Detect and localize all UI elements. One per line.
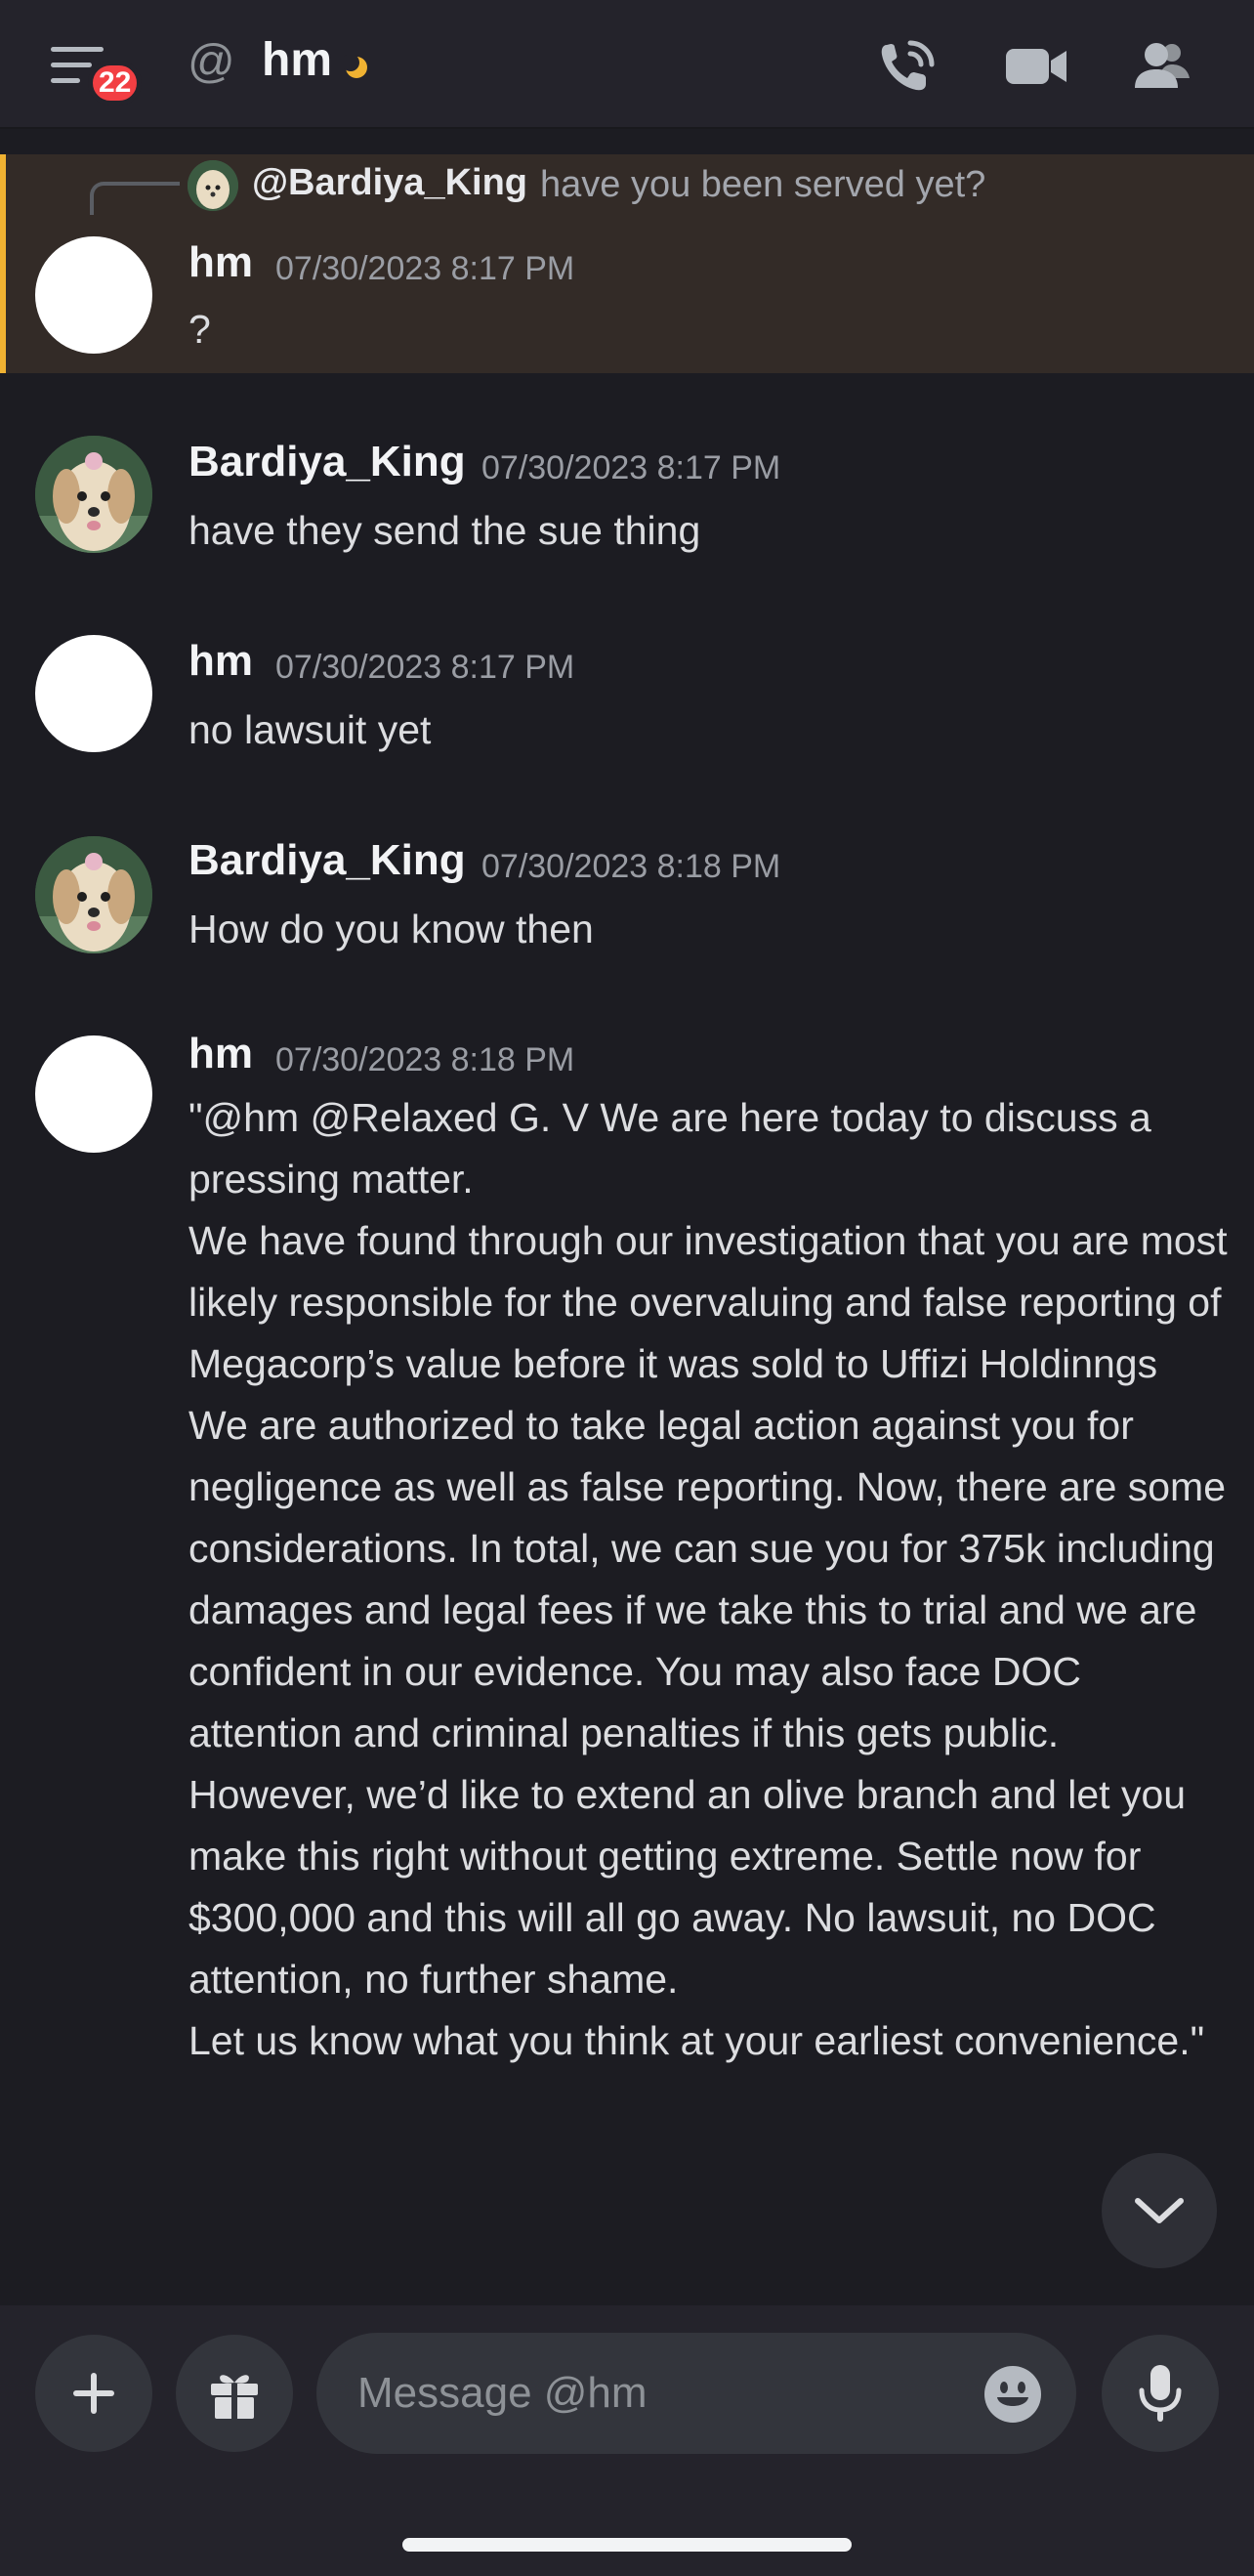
reply-avatar[interactable] [188,160,238,211]
avatar[interactable] [35,836,152,953]
channel-title[interactable]: hm [262,33,332,87]
avatar[interactable] [35,635,152,752]
message-line: have they send the sue thing [188,508,701,553]
message-text: no lawsuit yet [188,699,1224,761]
message-text: "@hm @Relaxed G. V We are here today to … [188,1087,1238,2072]
avatar[interactable] [35,436,152,553]
message-timestamp: 07/30/2023 8:17 PM [275,649,575,686]
home-indicator [402,2538,852,2552]
microphone-icon [1139,2365,1182,2422]
avatar[interactable] [35,236,152,354]
menu-button[interactable]: 22 [51,41,143,106]
jump-to-present-button[interactable] [1102,2153,1217,2268]
message-line: However, we’d like to extend an olive br… [188,1772,1187,2002]
message-line: "@hm @Relaxed G. V We are here today to … [188,1095,1151,1202]
reply-username[interactable]: @Bardiya_King [252,162,527,204]
chevron-down-icon [1135,2198,1184,2223]
gift-icon [211,2375,258,2419]
video-camera-icon[interactable] [1004,35,1070,98]
plus-icon [73,2373,114,2414]
message-line: We are authorized to take legal action a… [188,1403,1227,1755]
message-timestamp: 07/30/2023 8:17 PM [481,449,781,486]
reply-text[interactable]: have you been served yet? [540,164,985,206]
message-username[interactable]: hm [188,1030,253,1078]
gift-button[interactable] [176,2335,293,2452]
message-timestamp: 07/30/2023 8:18 PM [481,848,781,885]
notification-badge: 22 [88,61,143,106]
message-username[interactable]: Bardiya_King [188,438,466,486]
phone-call-icon[interactable] [873,35,940,98]
at-icon: @ [188,36,235,88]
message-timestamp: 07/30/2023 8:18 PM [275,1041,575,1078]
reply-connector [90,182,180,215]
channel-header: 22 @ hm [0,0,1254,129]
attach-button[interactable] [35,2335,152,2452]
members-icon[interactable] [1131,35,1197,98]
message-timestamp: 07/30/2023 8:17 PM [275,250,575,287]
message-input[interactable] [355,2333,961,2454]
message-line: ? [188,307,211,352]
voice-message-button[interactable] [1102,2335,1219,2452]
idle-moon-icon [344,55,367,78]
message-username[interactable]: hm [188,238,253,287]
message-line: How do you know then [188,907,594,951]
message-line: Let us know what you think at your earli… [188,2018,1205,2063]
message-line: We have found through our investigation … [188,1218,1228,1386]
avatar[interactable] [35,1035,152,1153]
message-composer [0,2305,1254,2576]
emoji-icon[interactable] [982,2364,1043,2425]
message-username[interactable]: hm [188,637,253,686]
message-text: ? [188,299,1224,360]
message-text: have they send the sue thing [188,500,1224,562]
message-input-container[interactable] [316,2333,1076,2454]
message-line: no lawsuit yet [188,707,432,752]
message-text: How do you know then [188,899,1224,960]
message-username[interactable]: Bardiya_King [188,836,466,885]
